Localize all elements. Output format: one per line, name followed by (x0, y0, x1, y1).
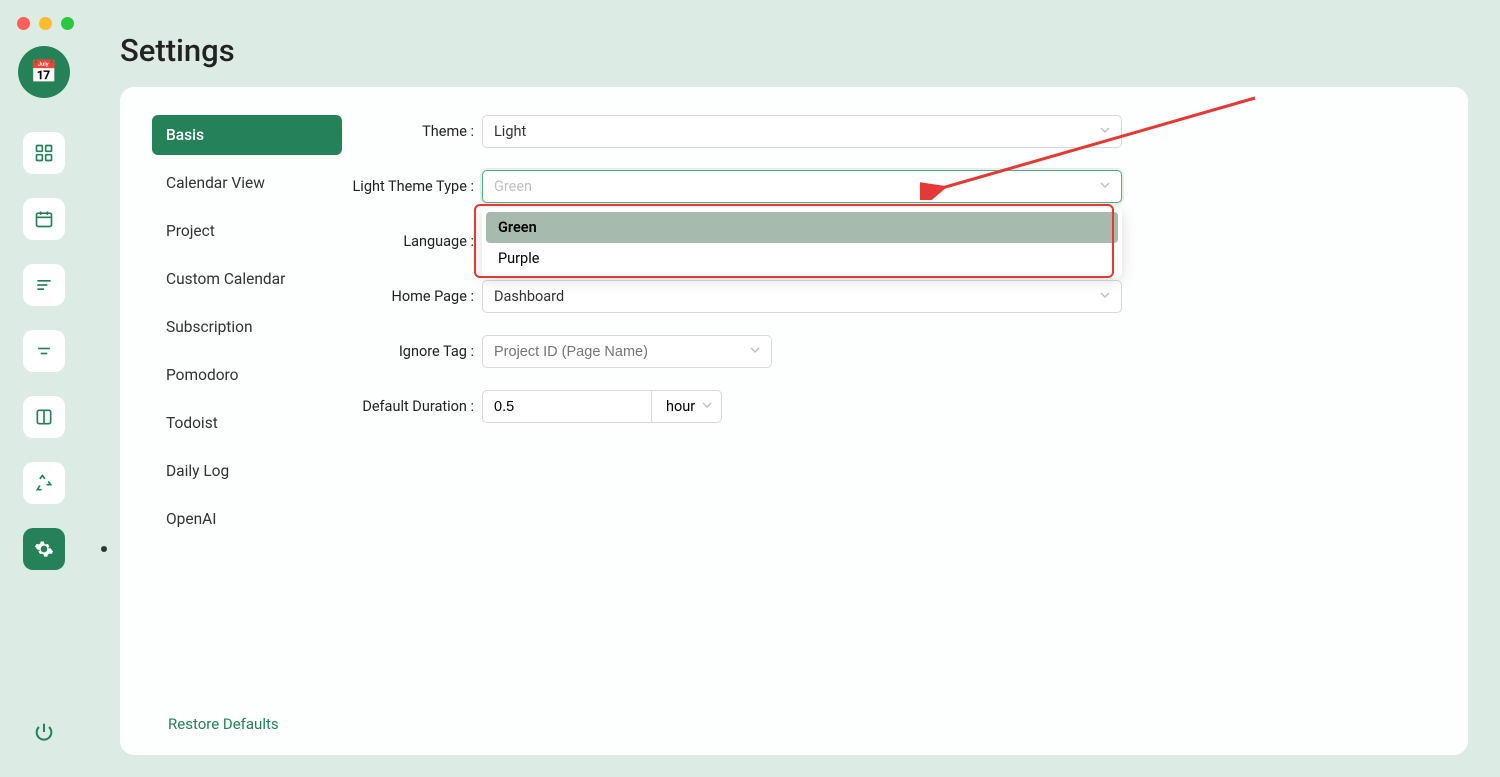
nav-dashboard[interactable] (23, 132, 65, 174)
default-duration-input[interactable] (482, 390, 652, 423)
ignore-tag-input[interactable] (494, 344, 741, 360)
duration-unit-value: hour (666, 398, 695, 415)
settings-panel: Basis Calendar View Project Custom Calen… (120, 87, 1468, 755)
maximize-window-button[interactable] (61, 17, 74, 30)
gear-icon (34, 539, 54, 559)
calendar-icon (34, 209, 54, 229)
chevron-down-icon (701, 398, 713, 415)
calendar-icon: 📅 (30, 58, 58, 86)
language-label: Language : (352, 233, 482, 250)
tab-basis[interactable]: Basis (152, 115, 342, 155)
nav-filter[interactable] (23, 330, 65, 372)
power-button[interactable] (23, 711, 65, 753)
tab-calendar-view[interactable]: Calendar View (152, 163, 342, 203)
home-page-value: Dashboard (494, 288, 564, 305)
nav-list[interactable] (23, 264, 65, 306)
close-window-button[interactable] (17, 17, 30, 30)
chevron-down-icon (1099, 123, 1111, 140)
recycle-icon (34, 473, 54, 493)
restore-defaults-link[interactable]: Restore Defaults (152, 709, 342, 733)
ignore-tag-select[interactable] (482, 335, 772, 368)
duration-unit-select[interactable]: hour (652, 390, 722, 423)
list-left-icon (34, 275, 54, 295)
power-icon (33, 721, 55, 743)
light-theme-type-dropdown: Green Purple (482, 208, 1122, 278)
tab-openai[interactable]: OpenAI (152, 499, 342, 539)
chevron-down-icon (1099, 288, 1111, 305)
dropdown-option-green[interactable]: Green (486, 212, 1118, 243)
page-title: Settings (88, 0, 1500, 87)
window-traffic-lights (17, 17, 74, 30)
app-logo[interactable]: 📅 (18, 46, 70, 98)
settings-form: Theme : Light Light Theme Type : Green G… (352, 115, 1436, 733)
light-theme-type-value: Green (494, 178, 532, 195)
ignore-tag-label: Ignore Tag : (352, 343, 482, 360)
light-theme-type-label: Light Theme Type : (352, 178, 482, 195)
tab-todoist[interactable]: Todoist (152, 403, 342, 443)
light-theme-type-select[interactable]: Green (482, 170, 1122, 203)
nav-split[interactable] (23, 396, 65, 438)
home-page-select[interactable]: Dashboard (482, 280, 1122, 313)
settings-tabs: Basis Calendar View Project Custom Calen… (152, 115, 342, 733)
default-duration-label: Default Duration : (352, 398, 482, 415)
tab-custom-calendar[interactable]: Custom Calendar (152, 259, 342, 299)
tab-subscription[interactable]: Subscription (152, 307, 342, 347)
main-content: Settings Basis Calendar View Project Cus… (88, 0, 1500, 777)
tab-daily-log[interactable]: Daily Log (152, 451, 342, 491)
minimize-window-button[interactable] (39, 17, 52, 30)
theme-value: Light (494, 123, 526, 140)
nav-settings[interactable] (23, 528, 65, 570)
filter-icon (34, 341, 54, 361)
dropdown-option-purple[interactable]: Purple (486, 243, 1118, 274)
chevron-down-icon (1099, 178, 1111, 195)
grid-icon (34, 143, 54, 163)
home-page-label: Home Page : (352, 288, 482, 305)
columns-icon (34, 407, 54, 427)
chevron-down-icon (749, 343, 761, 360)
theme-label: Theme : (352, 123, 482, 140)
app-sidebar: 📅 (0, 0, 88, 777)
theme-select[interactable]: Light (482, 115, 1122, 148)
tab-pomodoro[interactable]: Pomodoro (152, 355, 342, 395)
tab-project[interactable]: Project (152, 211, 342, 251)
nav-recycle[interactable] (23, 462, 65, 504)
nav-calendar[interactable] (23, 198, 65, 240)
